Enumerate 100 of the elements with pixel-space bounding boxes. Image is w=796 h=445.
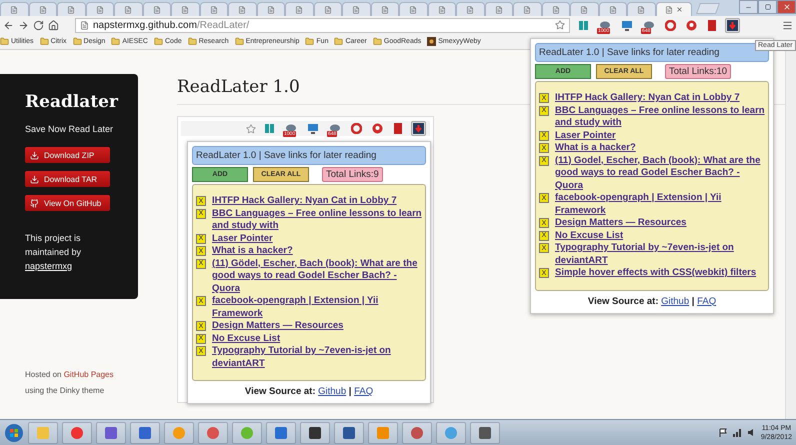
saved-link[interactable]: What is a hacker? [212, 245, 422, 258]
star-icon[interactable] [555, 20, 565, 30]
maintainer-link[interactable]: napstermxg [25, 261, 72, 271]
faq-link[interactable]: FAQ [354, 386, 374, 397]
folder-icon [154, 37, 163, 46]
github-pages-link[interactable]: GitHub Pages [64, 370, 114, 379]
page-icon [80, 20, 89, 30]
ring-icon[interactable] [665, 20, 676, 30]
browser-tab[interactable] [542, 2, 570, 16]
taskbar-app[interactable] [470, 422, 500, 444]
monitor-icon[interactable] [621, 20, 633, 30]
saved-link[interactable]: IHTFP Hack Gallery: Nyan Cat in Lobby 7 [212, 195, 422, 208]
browser-tab[interactable] [399, 2, 428, 16]
browser-tab[interactable] [256, 2, 285, 16]
browser-tab[interactable] [171, 2, 200, 16]
browser-tab[interactable] [114, 2, 142, 16]
page-icon [238, 6, 246, 14]
saved-link[interactable]: IHTFP Hack Gallery: Nyan Cat in Lobby 7 [555, 92, 765, 104]
browser-tab[interactable] [86, 2, 114, 16]
scrollbar[interactable] [785, 50, 796, 419]
saved-link[interactable]: facebook-opengraph | Extension | Yii Framework [555, 192, 765, 217]
github-link[interactable]: Github [661, 296, 690, 306]
browser-tab[interactable] [0, 2, 28, 16]
folder-icon [40, 37, 49, 46]
close-icon[interactable] [676, 6, 682, 13]
folder-icon [72, 37, 82, 46]
address-field[interactable]: napstermxg.github.com/ReadLater/ [75, 18, 570, 32]
folder-icon [111, 37, 120, 46]
close-icon [782, 3, 790, 11]
browser-tab[interactable] [428, 2, 456, 16]
browser-tab[interactable] [28, 2, 57, 16]
page-icon [664, 6, 672, 14]
back-icon[interactable] [3, 20, 14, 30]
flower-icon[interactable] [686, 20, 697, 30]
browser-tab[interactable] [342, 2, 370, 16]
cloud-icon[interactable] [285, 123, 297, 134]
speaker-icon[interactable] [746, 428, 756, 437]
saved-link[interactable]: BBC Languages – Free online lessons to learn and study with [555, 104, 765, 130]
browser-tab[interactable] [513, 2, 542, 16]
browser-tab[interactable] [57, 2, 86, 16]
download-arrow-icon[interactable] [727, 20, 738, 30]
monitor-icon[interactable] [307, 123, 319, 134]
saved-link[interactable]: BBC Languages – Free online lessons to learn and study with [212, 208, 422, 232]
browser-tab[interactable] [484, 2, 513, 16]
taskbar-app[interactable] [334, 422, 364, 444]
browser-tab[interactable] [598, 2, 627, 16]
cloud-icon[interactable] [643, 20, 655, 30]
saved-link[interactable]: Typography Tutorial by ~7even-is-jet on deviantART [555, 242, 765, 267]
saved-link[interactable]: Typography Tutorial by ~7even-is-jet on deviantART [212, 345, 422, 370]
github-link[interactable]: Github [318, 386, 346, 397]
reload-icon[interactable] [33, 20, 44, 30]
saved-link[interactable]: facebook-opengraph | Extension | Yii Framework [212, 295, 422, 320]
taskbar-app[interactable] [300, 422, 330, 444]
browser-tab[interactable] [142, 2, 171, 16]
app-icon [308, 426, 322, 440]
home-icon[interactable] [48, 20, 59, 30]
browser-tab[interactable] [314, 2, 342, 16]
saved-link[interactable]: Laser Pointer [212, 232, 422, 245]
total-links-label: Total Links:10 [665, 64, 732, 79]
saved-link[interactable]: No Excuse List [212, 332, 422, 345]
bookmark-icon[interactable] [707, 20, 717, 30]
page-icon [181, 6, 190, 14]
app-icon [240, 426, 254, 440]
bookmark-icon[interactable] [393, 123, 403, 134]
maximize-button[interactable] [758, 0, 777, 14]
faq-link[interactable]: FAQ [697, 296, 716, 306]
browser-tab[interactable] [200, 2, 228, 16]
browser-tab[interactable] [627, 2, 656, 16]
cloud-icon[interactable] [329, 123, 341, 134]
start-button[interactable] [4, 422, 24, 442]
browser-tab[interactable] [570, 2, 598, 16]
github-button[interactable]: View On GitHub [25, 195, 110, 211]
saved-link[interactable]: Simple hover effects with CSS(webkit) filters [555, 267, 765, 280]
page-icon [38, 6, 47, 14]
book-icon[interactable] [578, 20, 589, 30]
download-button[interactable]: Download TAR [25, 171, 110, 187]
download-button[interactable]: Download ZIP [25, 147, 110, 163]
browser-tab[interactable] [370, 2, 399, 16]
saved-link[interactable]: Laser Pointer [555, 130, 765, 142]
saved-link[interactable]: Design Matters — Resources [555, 217, 765, 230]
signal-icon[interactable] [732, 428, 742, 437]
page-icon [67, 6, 76, 14]
flower-icon[interactable] [372, 123, 383, 134]
book-icon[interactable] [264, 123, 275, 134]
menu-icon[interactable] [782, 20, 793, 30]
ring-icon[interactable] [351, 123, 362, 134]
browser-tab[interactable] [228, 2, 256, 16]
download-icon [30, 174, 39, 184]
browser-tab[interactable] [456, 2, 484, 16]
saved-link[interactable]: No Excuse List [555, 230, 765, 242]
browser-tab[interactable] [656, 2, 692, 16]
total-links-label: Total Links:9 [322, 167, 383, 182]
browser-tab[interactable] [285, 2, 314, 16]
flag-icon[interactable] [718, 428, 728, 437]
forward-icon[interactable] [18, 20, 29, 30]
page-icon [466, 6, 474, 14]
cloud-icon[interactable] [599, 20, 611, 30]
saved-link[interactable]: What is a hacker? [555, 142, 765, 154]
saved-link[interactable]: Design Matters — Resources [212, 320, 422, 332]
taskbar-app[interactable] [130, 422, 160, 444]
